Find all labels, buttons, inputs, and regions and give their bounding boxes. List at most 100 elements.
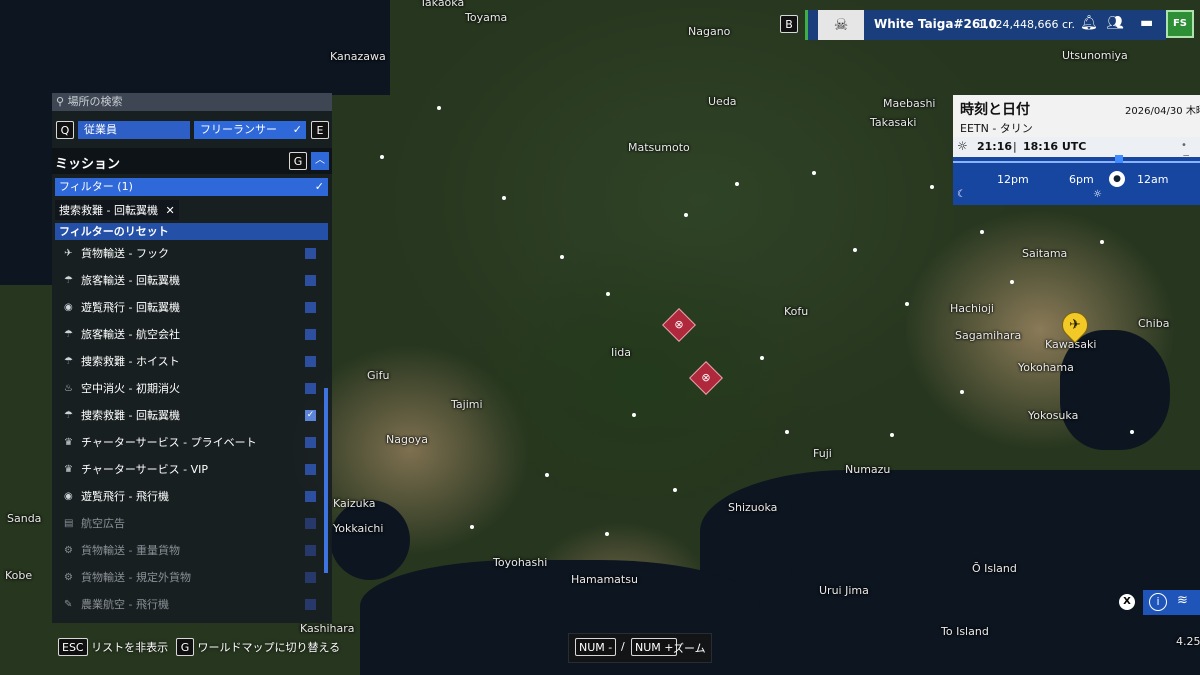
- mission-type-checkbox[interactable]: [305, 464, 316, 475]
- filter-reset-button[interactable]: フィルターのリセット: [55, 223, 328, 240]
- tab-freelancer[interactable]: フリーランサー ✓: [194, 121, 306, 139]
- key-hint-num-minus[interactable]: NUM -: [575, 638, 617, 656]
- location-dot[interactable]: [905, 302, 909, 306]
- time-title: 時刻と日付: [960, 102, 1030, 118]
- mission-type-checkbox[interactable]: [305, 518, 316, 529]
- zoom-hint: NUM - / NUM + ズーム: [568, 633, 712, 663]
- time-pointer[interactable]: [1115, 155, 1123, 163]
- bell-icon[interactable]: 🔔︎: [1080, 15, 1098, 31]
- mission-type-checkbox[interactable]: [305, 356, 316, 367]
- mission-type-item[interactable]: ♛ チャーターサービス - プライベート: [52, 429, 322, 456]
- collapse-button[interactable]: ︿: [311, 152, 329, 170]
- mission-type-checkbox[interactable]: [305, 545, 316, 556]
- mission-type-icon: ⚙: [64, 545, 73, 556]
- mission-type-label: チャーターサービス - VIP: [81, 463, 209, 476]
- info-icon[interactable]: i: [1149, 593, 1167, 611]
- location-dot[interactable]: [502, 196, 506, 200]
- mission-type-checkbox[interactable]: [305, 275, 316, 286]
- mission-type-item[interactable]: ✈ 貨物輸送 - フック: [52, 240, 322, 267]
- mission-type-item[interactable]: ⚙ 貨物輸送 - 重量貨物: [52, 537, 322, 564]
- mission-type-item[interactable]: ✎ 農業航空 - 飛行機: [52, 591, 322, 618]
- hint-world-map[interactable]: G ワールドマップに切り替える: [176, 638, 340, 656]
- hint-hide-list[interactable]: ESC リストを非表示: [58, 638, 168, 656]
- location-dot[interactable]: [890, 433, 894, 437]
- city-label: Ueda: [708, 95, 737, 108]
- mission-type-checkbox[interactable]: [305, 599, 316, 610]
- mission-type-item[interactable]: ☂ 旅客輸送 - 回転翼機: [52, 267, 322, 294]
- location-dot[interactable]: [735, 182, 739, 186]
- time-knob[interactable]: ●: [1109, 171, 1125, 187]
- time-local: 21:16: [977, 140, 1013, 153]
- mission-type-item[interactable]: ♛ チャーターサービス - VIP: [52, 456, 322, 483]
- location-dot[interactable]: [853, 248, 857, 252]
- chat-icon[interactable]: ▬: [1140, 15, 1153, 31]
- location-dot[interactable]: [673, 488, 677, 492]
- search-box[interactable]: ⚲ 場所の検索: [52, 93, 332, 111]
- mission-type-icon: ◉: [64, 302, 73, 313]
- list-scrollbar[interactable]: [324, 388, 328, 573]
- mission-type-checkbox[interactable]: [305, 572, 316, 583]
- users-icon[interactable]: 👥︎: [1106, 15, 1124, 31]
- mission-type-checkbox[interactable]: [305, 437, 316, 448]
- mission-type-label: 農業航空 - 飛行機: [81, 598, 169, 611]
- city-label: Saitama: [1022, 247, 1068, 260]
- location-dot[interactable]: [960, 390, 964, 394]
- mission-type-checkbox[interactable]: [305, 383, 316, 394]
- mission-type-item[interactable]: ☂ 捜索救難 - ホイスト: [52, 348, 322, 375]
- mission-marker[interactable]: ⊗: [662, 308, 696, 342]
- location-dot[interactable]: [785, 430, 789, 434]
- location-dot[interactable]: [1010, 280, 1014, 284]
- location-dot[interactable]: [380, 155, 384, 159]
- location-dot[interactable]: [760, 356, 764, 360]
- mission-marker[interactable]: ⊗: [689, 361, 723, 395]
- location-dot[interactable]: [437, 106, 441, 110]
- layers-icon[interactable]: ≋: [1177, 593, 1188, 608]
- fs-logo-button[interactable]: FS: [1166, 10, 1194, 38]
- city-label: Toyama: [465, 11, 508, 24]
- mission-type-item[interactable]: ⚙ 貨物輸送 - 規定外貨物: [52, 564, 322, 591]
- time-scale[interactable]: 12pm 6pm ● 12am ☾ ☼: [953, 155, 1200, 205]
- tab-employees[interactable]: 従業員: [78, 121, 190, 139]
- location-dot[interactable]: [930, 185, 934, 189]
- filter-label: フィルター (1): [59, 180, 133, 193]
- location-dot[interactable]: [1130, 430, 1134, 434]
- location-dot[interactable]: [606, 292, 610, 296]
- mission-type-item[interactable]: ☂ 旅客輸送 - 航空会社: [52, 321, 322, 348]
- location-dot[interactable]: [812, 171, 816, 175]
- city-label: Hamamatsu: [571, 573, 638, 586]
- location-dot[interactable]: [545, 473, 549, 477]
- location-dot[interactable]: [1100, 240, 1104, 244]
- location-dot[interactable]: [560, 255, 564, 259]
- mission-type-item[interactable]: ◉ 遊覧飛行 - 飛行機: [52, 483, 322, 510]
- active-filter-tag[interactable]: 捜索救難 - 回転翼機 ✕: [55, 200, 179, 220]
- sea-west-bay: [330, 500, 410, 580]
- mission-type-checkbox[interactable]: [305, 491, 316, 502]
- mission-title: ミッション: [55, 157, 121, 172]
- mission-type-checkbox[interactable]: ✓: [305, 410, 316, 421]
- mission-type-checkbox[interactable]: [305, 329, 316, 340]
- mission-type-item[interactable]: ◉ 遊覧飛行 - 回転翼機: [52, 294, 322, 321]
- location-dot[interactable]: [684, 213, 688, 217]
- location-dot[interactable]: [980, 230, 984, 234]
- city-label: Yokosuka: [1028, 409, 1079, 422]
- tab-freelancer-label: フリーランサー: [200, 123, 277, 136]
- profile-bar[interactable]: ☠ White Taiga#2610 1,024,448,666 cr. 🔔︎ …: [805, 10, 1166, 40]
- city-label: Sanda: [7, 512, 42, 525]
- city-label: Fuji: [813, 447, 832, 460]
- filter-toggle[interactable]: フィルター (1) ✓: [55, 178, 328, 196]
- close-icon[interactable]: ✕: [165, 204, 174, 217]
- key-hint-q: Q: [56, 121, 74, 139]
- mission-type-item[interactable]: ☂ 捜索救難 - 回転翼機 ✓: [52, 402, 322, 429]
- location-dot[interactable]: [605, 532, 609, 536]
- mission-type-checkbox[interactable]: [305, 248, 316, 259]
- mission-type-item[interactable]: ♨ 空中消火 - 初期消火: [52, 375, 322, 402]
- city-label: Kaizuka: [333, 497, 376, 510]
- sea-northwest: [0, 95, 52, 285]
- city-label: Iida: [611, 346, 632, 359]
- mission-type-item[interactable]: ▤ 航空広告: [52, 510, 322, 537]
- location-dot[interactable]: [632, 413, 636, 417]
- mission-type-checkbox[interactable]: [305, 302, 316, 313]
- location-dot[interactable]: [470, 525, 474, 529]
- key-hint-num-plus[interactable]: NUM +: [631, 638, 678, 656]
- filter-tag-label: 捜索救難 - 回転翼機: [59, 204, 158, 217]
